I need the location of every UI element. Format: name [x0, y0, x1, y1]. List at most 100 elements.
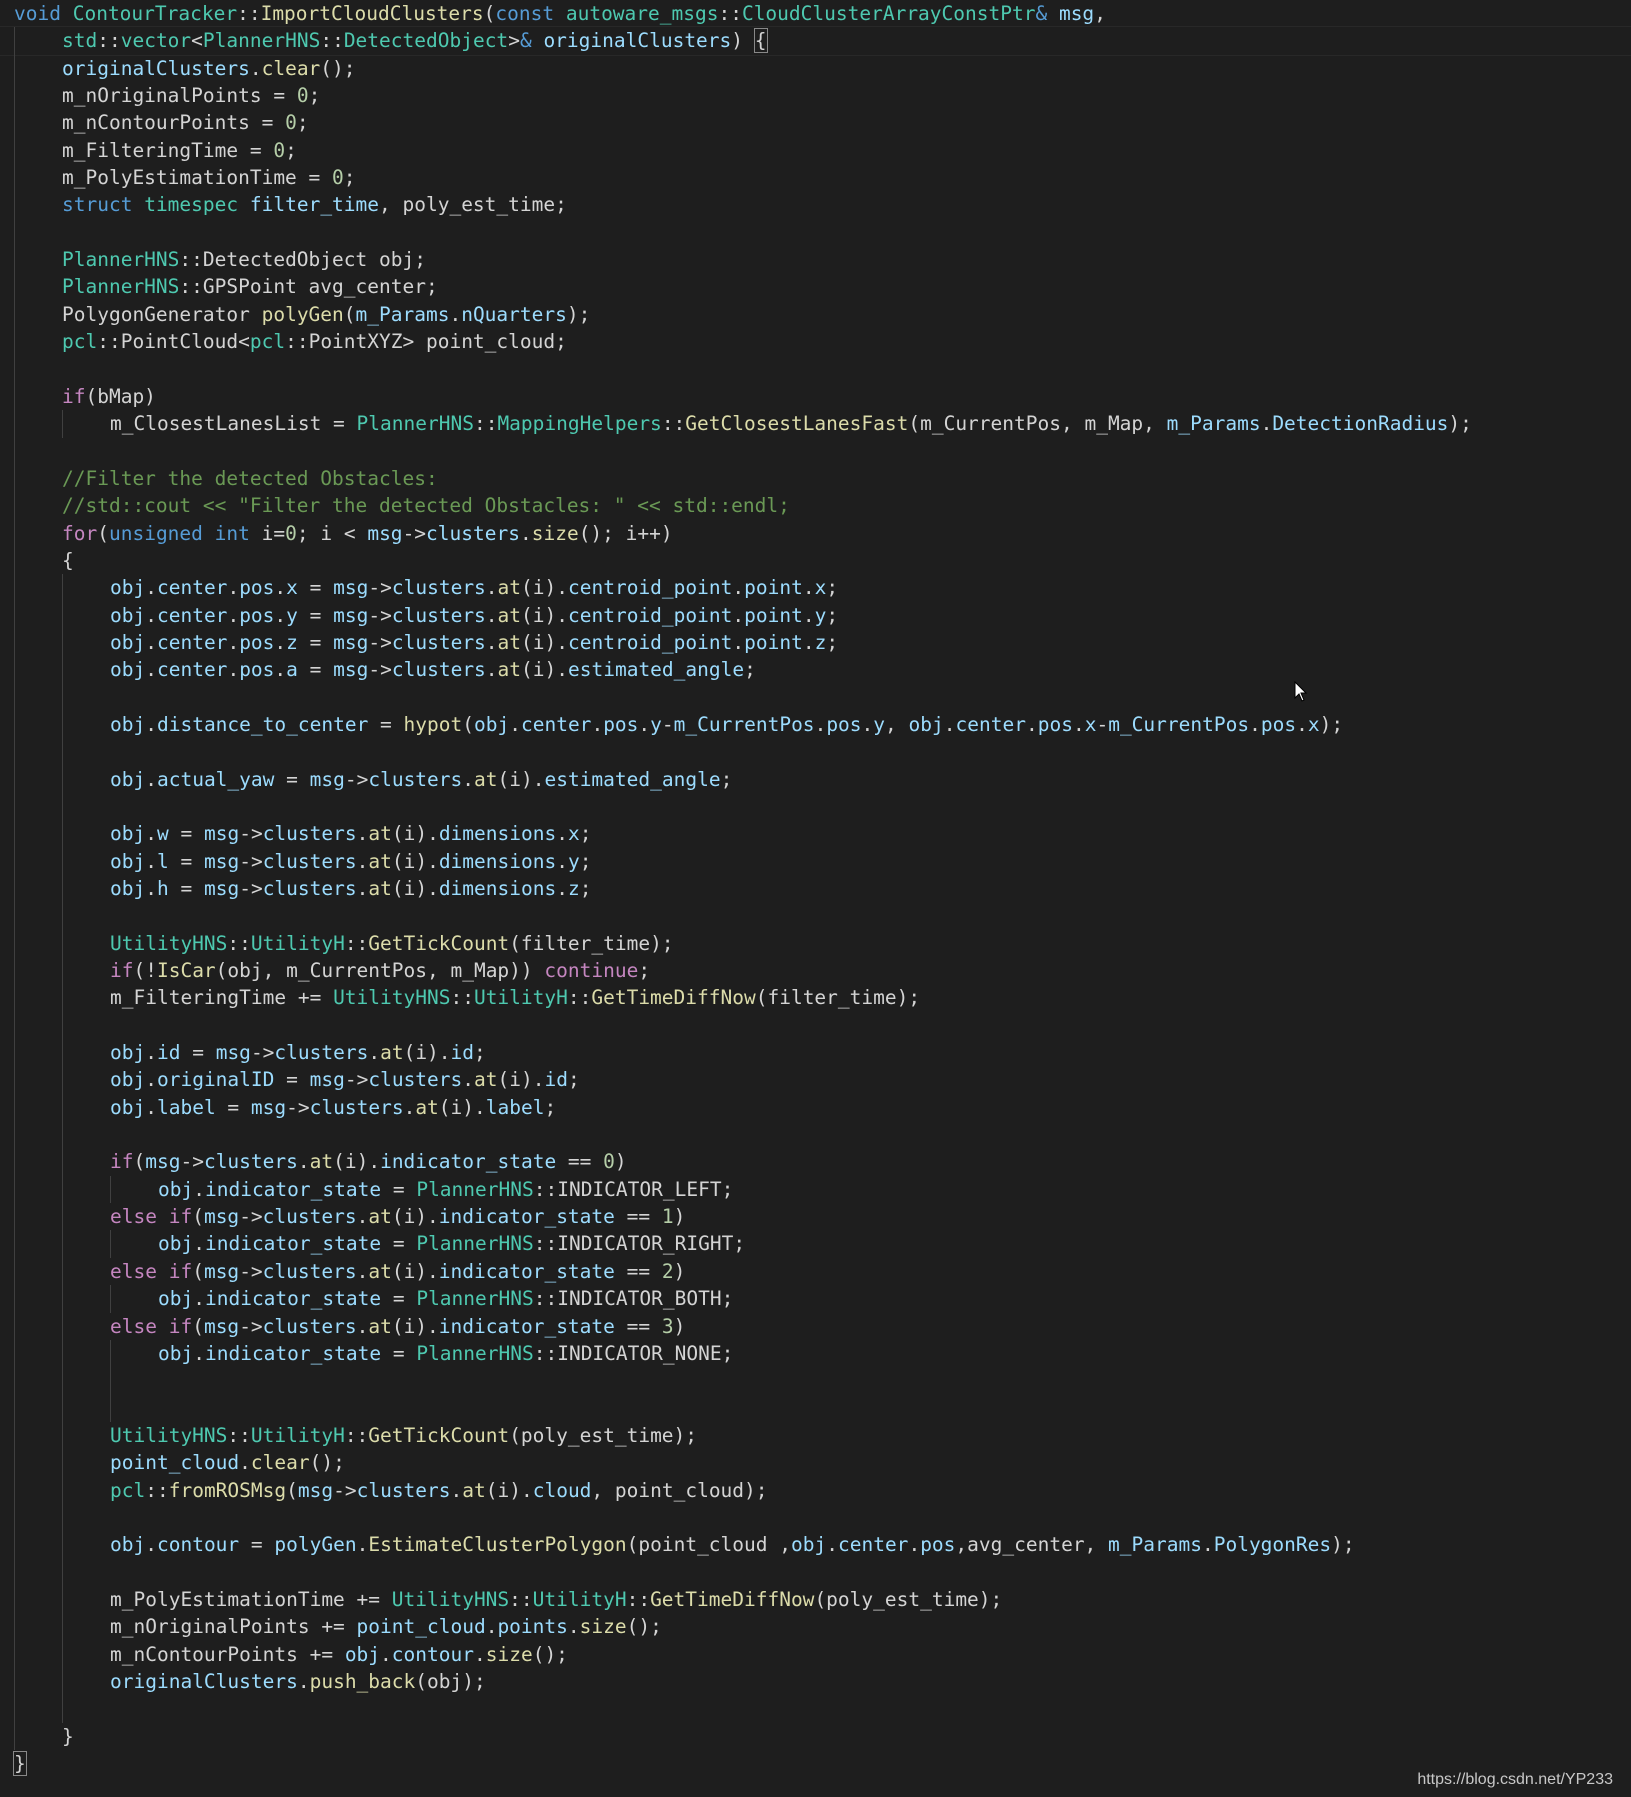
- code-line[interactable]: m_FilteringTime += UtilityHNS::UtilityH:…: [0, 984, 1631, 1012]
- code-line[interactable]: m_nContourPoints = 0;: [0, 109, 1631, 137]
- code-token: GetTimeDiffNow: [650, 1587, 815, 1611]
- indent-guide: [14, 847, 15, 875]
- code-line[interactable]: obj.indicator_state = PlannerHNS::INDICA…: [0, 1285, 1631, 1313]
- indent-guide: [62, 738, 63, 766]
- code-token: ->: [250, 1041, 275, 1065]
- code-text: m_FilteringTime += UtilityHNS::UtilityH:…: [14, 986, 920, 1009]
- code-line[interactable]: m_ClosestLanesList = PlannerHNS::Mapping…: [0, 410, 1631, 438]
- code-token: DetectedObject: [343, 29, 509, 53]
- code-line[interactable]: //std::cout << "Filter the detected Obst…: [0, 492, 1631, 520]
- code-line[interactable]: else if(msg->clusters.at(i).indicator_st…: [0, 1203, 1631, 1231]
- code-line[interactable]: [0, 1121, 1631, 1149]
- code-line[interactable]: [0, 683, 1631, 711]
- indent-guide: [62, 1230, 63, 1258]
- code-token: label: [485, 1095, 545, 1119]
- indent-guide: [14, 82, 15, 110]
- code-line[interactable]: point_cloud.clear();: [0, 1449, 1631, 1477]
- code-line[interactable]: m_FilteringTime = 0;: [0, 136, 1631, 165]
- code-token: =: [274, 1068, 310, 1092]
- code-line[interactable]: [0, 1558, 1631, 1586]
- code-token: ;: [579, 822, 592, 846]
- code-line[interactable]: originalClusters.clear();: [0, 54, 1631, 83]
- code-line[interactable]: else if(msg->clusters.at(i).indicator_st…: [0, 1312, 1631, 1340]
- code-line[interactable]: obj.label = msg->clusters.at(i).label;: [0, 1093, 1631, 1122]
- code-token: dimensions: [438, 822, 557, 846]
- indent-guide: [62, 574, 63, 602]
- code-line[interactable]: [0, 1503, 1631, 1532]
- code-token: ->: [286, 1095, 310, 1119]
- code-token: .: [193, 1177, 205, 1201]
- code-line[interactable]: [0, 792, 1631, 821]
- code-token: m_FilteringTime =: [62, 138, 274, 162]
- code-line[interactable]: pcl::fromROSMsg(msg->clusters.at(i).clou…: [0, 1476, 1631, 1504]
- code-line[interactable]: obj.contour = polyGen.EstimateClusterPol…: [0, 1531, 1631, 1559]
- code-token: obj: [110, 658, 146, 682]
- code-line[interactable]: struct timespec filter_time, poly_est_ti…: [0, 191, 1631, 219]
- code-line[interactable]: obj.center.pos.z = msg->clusters.at(i).c…: [0, 628, 1631, 657]
- indent-guide: [14, 1039, 15, 1067]
- code-line[interactable]: //Filter the detected Obstacles:: [0, 464, 1631, 493]
- code-line[interactable]: UtilityHNS::UtilityH::GetTickCount(filte…: [0, 929, 1631, 958]
- code-line[interactable]: obj.l = msg->clusters.at(i).dimensions.y…: [0, 847, 1631, 875]
- code-line[interactable]: [0, 355, 1631, 383]
- code-line[interactable]: obj.center.pos.y = msg->clusters.at(i).c…: [0, 601, 1631, 629]
- code-text: obj.distance_to_center = hypot(obj.cente…: [14, 713, 1343, 736]
- code-token: (i).: [333, 1150, 381, 1174]
- code-line[interactable]: void ContourTracker::ImportCloudClusters…: [0, 0, 1631, 27]
- code-line[interactable]: obj.center.pos.x = msg->clusters.at(i).c…: [0, 574, 1631, 602]
- code-line[interactable]: UtilityHNS::UtilityH::GetTickCount(poly_…: [0, 1421, 1631, 1450]
- code-line[interactable]: m_PolyEstimationTime = 0;: [0, 164, 1631, 192]
- code-line[interactable]: obj.id = msg->clusters.at(i).id;: [0, 1039, 1631, 1067]
- code-token: (i).: [391, 849, 439, 873]
- code-text: obj.center.pos.x = msg->clusters.at(i).c…: [14, 576, 838, 599]
- code-line[interactable]: [0, 1695, 1631, 1723]
- code-token: 0: [296, 84, 309, 108]
- code-token: .: [556, 877, 568, 900]
- code-line[interactable]: PlannerHNS::GPSPoint avg_center;: [0, 273, 1631, 301]
- code-line[interactable]: obj.indicator_state = PlannerHNS::INDICA…: [0, 1230, 1631, 1258]
- code-line[interactable]: PolygonGenerator polyGen(m_Params.nQuart…: [0, 300, 1631, 329]
- code-line[interactable]: pcl::PointCloud<pcl::PointXYZ> point_clo…: [0, 328, 1631, 356]
- code-line[interactable]: m_nOriginalPoints = 0;: [0, 82, 1631, 110]
- code-text: {: [14, 549, 74, 572]
- code-line[interactable]: [0, 218, 1631, 247]
- code-token: (: [192, 1205, 204, 1229]
- code-editor[interactable]: void ContourTracker::ImportCloudClusters…: [0, 0, 1631, 1797]
- code-line[interactable]: m_nContourPoints += obj.contour.size();: [0, 1640, 1631, 1668]
- code-line[interactable]: std::vector<PlannerHNS::DetectedObject>&…: [0, 26, 1631, 56]
- code-line[interactable]: }: [0, 1750, 1631, 1777]
- code-line[interactable]: m_PolyEstimationTime += UtilityHNS::Util…: [0, 1585, 1631, 1614]
- code-line[interactable]: obj.actual_yaw = msg->clusters.at(i).est…: [0, 765, 1631, 793]
- code-line[interactable]: obj.distance_to_center = hypot(obj.cente…: [0, 710, 1631, 739]
- code-line[interactable]: originalClusters.push_back(obj);: [0, 1667, 1631, 1696]
- code-token: obj: [110, 877, 146, 900]
- code-token: msg: [1058, 2, 1095, 25]
- code-line[interactable]: {: [0, 546, 1631, 575]
- code-line[interactable]: PlannerHNS::DetectedObject obj;: [0, 246, 1631, 274]
- code-line[interactable]: [0, 1367, 1631, 1395]
- code-token: ::: [145, 1478, 169, 1502]
- code-line[interactable]: obj.originalID = msg->clusters.at(i).id;: [0, 1066, 1631, 1094]
- code-token: .: [485, 658, 498, 682]
- code-line[interactable]: for(unsigned int i=0; i < msg->clusters.…: [0, 519, 1631, 547]
- code-line[interactable]: obj.indicator_state = PlannerHNS::INDICA…: [0, 1339, 1631, 1368]
- code-token: msg: [333, 658, 369, 682]
- code-line[interactable]: obj.indicator_state = PlannerHNS::INDICA…: [0, 1175, 1631, 1204]
- code-line[interactable]: [0, 1011, 1631, 1040]
- code-text: if(!IsCar(obj, m_CurrentPos, m_Map)) con…: [14, 959, 650, 982]
- code-line[interactable]: [0, 902, 1631, 930]
- code-token: at: [368, 877, 392, 900]
- code-line[interactable]: [0, 437, 1631, 465]
- code-line[interactable]: obj.center.pos.a = msg->clusters.at(i).e…: [0, 656, 1631, 684]
- code-line[interactable]: if(bMap): [0, 382, 1631, 411]
- code-line[interactable]: [0, 738, 1631, 766]
- code-line[interactable]: obj.w = msg->clusters.at(i).dimensions.x…: [0, 820, 1631, 848]
- code-line[interactable]: if(!IsCar(obj, m_CurrentPos, m_Map)) con…: [0, 957, 1631, 985]
- code-line[interactable]: m_nOriginalPoints += point_cloud.points.…: [0, 1613, 1631, 1641]
- code-line[interactable]: if(msg->clusters.at(i).indicator_state =…: [0, 1148, 1631, 1176]
- code-line[interactable]: obj.h = msg->clusters.at(i).dimensions.z…: [0, 875, 1631, 903]
- indent-guide: [14, 519, 15, 547]
- code-line[interactable]: [0, 1394, 1631, 1422]
- code-line[interactable]: }: [0, 1722, 1631, 1750]
- code-line[interactable]: else if(msg->clusters.at(i).indicator_st…: [0, 1257, 1631, 1286]
